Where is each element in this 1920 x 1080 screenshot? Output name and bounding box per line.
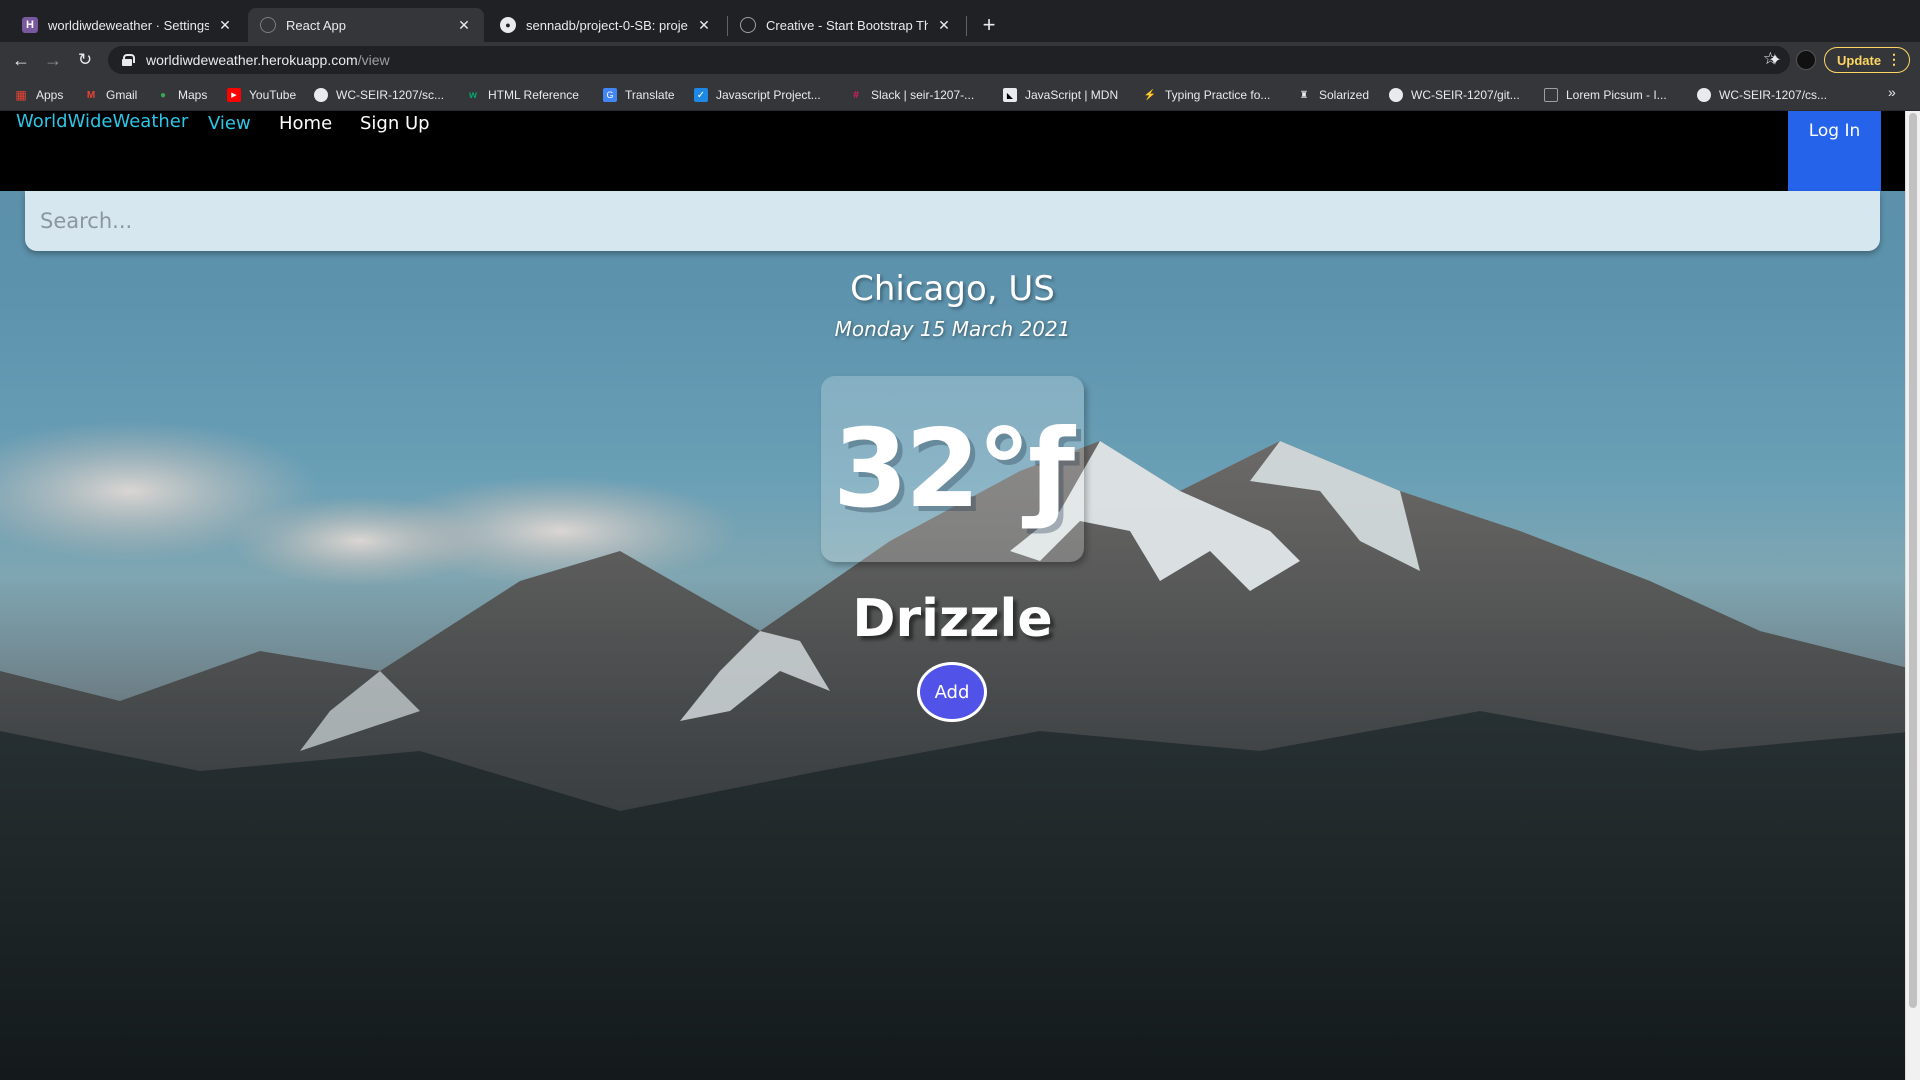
github-icon: ● (500, 17, 516, 33)
bookmark-label: Javascript Project... (716, 88, 821, 102)
bookmark-label: Slack | seir-1207-... (871, 88, 975, 102)
mdn-icon: ◣ (1003, 88, 1017, 102)
tab-title: worldiwdeweather · Settings | H (48, 17, 209, 33)
bookmark-apps[interactable]: ▦ Apps (14, 86, 63, 104)
temperature-card: 32°ƒ (821, 376, 1084, 562)
bookmark-mdn[interactable]: ◣ JavaScript | MDN (1003, 86, 1118, 104)
page-viewport: WorldWideWeather View Home Sign Up Log I… (0, 111, 1920, 1080)
bookmark-label: Translate (625, 88, 675, 102)
menu-dots-icon: ⋮ (1887, 51, 1901, 67)
bookmark-maps[interactable]: ● Maps (156, 86, 207, 104)
browser-tab-settings[interactable]: H worldiwdeweather · Settings | H ✕ (10, 8, 245, 42)
checkbox-icon: ✓ (694, 88, 708, 102)
app-navbar: WorldWideWeather View Home Sign Up Log I… (0, 111, 1920, 191)
bookmark-label: YouTube (249, 88, 297, 102)
tab-title: sennadb/project-0-SB: project (526, 17, 688, 33)
brand-logo[interactable]: WorldWideWeather (16, 111, 188, 132)
search-input[interactable] (40, 209, 1880, 233)
gmail-icon: M (86, 89, 96, 101)
github-icon (1389, 88, 1403, 102)
bookmark-slack[interactable]: # Slack | seir-1207-... (849, 86, 974, 104)
bookmark-translate[interactable]: G Translate (603, 86, 675, 104)
bookmark-youtube[interactable]: ▶ YouTube (227, 86, 296, 104)
close-tab-icon[interactable]: ✕ (217, 17, 233, 33)
url-path: /view (357, 52, 390, 68)
new-tab-button[interactable]: + (976, 12, 1002, 38)
github-icon (1697, 88, 1711, 102)
bookmark-typing[interactable]: ⚡ Typing Practice fo... (1143, 86, 1271, 104)
search-bar (25, 191, 1880, 251)
w3-icon: w (469, 89, 477, 101)
lock-icon (122, 54, 135, 66)
bookmark-solarized[interactable]: ♜ Solarized (1297, 86, 1370, 104)
heroku-icon: H (22, 17, 38, 33)
browser-tab-react-app[interactable]: React App ✕ (248, 8, 484, 42)
bookmark-js-project[interactable]: ✓ Javascript Project... (694, 86, 821, 104)
youtube-icon: ▶ (227, 88, 241, 102)
globe-icon (260, 17, 276, 33)
bookmark-label: JavaScript | MDN (1025, 88, 1119, 102)
back-arrow-icon[interactable]: ← (8, 47, 34, 73)
weather-condition: Drizzle (852, 589, 1053, 649)
bookmark-label: Lorem Picsum - I... (1566, 88, 1667, 102)
bookmarks-overflow-icon[interactable]: » (1888, 84, 1896, 100)
nav-view-link[interactable]: View (208, 113, 251, 134)
translate-icon: G (603, 88, 617, 102)
add-city-button[interactable]: Add (917, 662, 987, 722)
image-icon (1544, 88, 1558, 102)
bookmarks-bar: ▦ Apps M Gmail ● Maps ▶ YouTube WC-SEIR-1207… (0, 78, 1920, 111)
browser-tab-github[interactable]: ● sennadb/project-0-SB: project ✕ (488, 8, 724, 42)
temperature-value: 32°ƒ (832, 406, 1075, 532)
bookmark-html-reference[interactable]: w HTML Reference (466, 86, 579, 104)
add-label: Add (934, 681, 970, 703)
bookmark-seir-sc[interactable]: WC-SEIR-1207/sc... (314, 86, 444, 104)
bookmark-label: Maps (178, 88, 208, 102)
extensions-puzzle-icon[interactable]: ✦ (1764, 48, 1786, 72)
current-date: Monday 15 March 2021 (834, 317, 1071, 341)
bolt-icon: ⚡ (1143, 89, 1157, 101)
profile-avatar[interactable] (1796, 50, 1816, 70)
bookmark-label: Solarized (1319, 88, 1370, 102)
bookmark-label: Gmail (106, 88, 138, 102)
update-label: Update (1837, 52, 1882, 68)
bookmark-seir-git[interactable]: WC-SEIR-1207/git... (1389, 86, 1520, 104)
bookmark-seir-cs[interactable]: WC-SEIR-1207/cs... (1697, 86, 1827, 104)
tab-title: Creative - Start Bootstrap Ther (766, 17, 928, 33)
tab-title: React App (286, 17, 346, 33)
bookmark-label: HTML Reference (488, 88, 579, 102)
browser-toolbar: ← → ↻ worldiwdeweather.herokuapp.com/vie… (0, 42, 1920, 78)
bookmark-label: Typing Practice fo... (1165, 88, 1271, 102)
nav-signup-link[interactable]: Sign Up (360, 113, 430, 134)
scrollbar-thumb[interactable] (1909, 113, 1917, 1008)
url-host: worldiwdeweather.herokuapp.com (146, 52, 358, 68)
maps-icon: ● (159, 89, 167, 101)
login-button[interactable]: Log In (1788, 111, 1881, 191)
browser-tab-strip: H worldiwdeweather · Settings | H ✕ Reac… (0, 0, 1920, 48)
tab-separator (966, 16, 967, 36)
city-name: Chicago, US (850, 269, 1055, 309)
close-tab-icon[interactable]: ✕ (936, 17, 952, 33)
github-icon (314, 88, 328, 102)
bookmark-lorem-picsum[interactable]: Lorem Picsum - I... (1544, 86, 1667, 104)
bookmark-label: Apps (36, 88, 64, 102)
login-label: Log In (1808, 121, 1861, 141)
bookmark-label: WC-SEIR-1207/git... (1411, 88, 1520, 102)
bookmark-label: WC-SEIR-1207/sc... (336, 88, 445, 102)
update-button[interactable]: Update ⋮ (1824, 47, 1910, 73)
browser-tab-bootstrap[interactable]: Creative - Start Bootstrap Ther ✕ (728, 8, 964, 42)
slack-icon: # (853, 89, 859, 101)
globe-icon (740, 17, 756, 33)
bookmark-label: WC-SEIR-1207/cs... (1719, 88, 1828, 102)
bookmark-gmail[interactable]: M Gmail (84, 86, 138, 104)
nav-home-link[interactable]: Home (279, 113, 332, 134)
close-tab-icon[interactable]: ✕ (696, 17, 712, 33)
forward-arrow-icon[interactable]: → (40, 47, 66, 73)
address-bar[interactable]: worldiwdeweather.herokuapp.com/view ☆ (108, 46, 1790, 74)
solarized-icon: ♜ (1299, 89, 1309, 101)
reload-icon[interactable]: ↻ (72, 47, 98, 73)
close-tab-icon[interactable]: ✕ (456, 17, 472, 33)
page-scrollbar[interactable] (1905, 111, 1920, 1080)
apps-grid-icon: ▦ (15, 88, 27, 102)
